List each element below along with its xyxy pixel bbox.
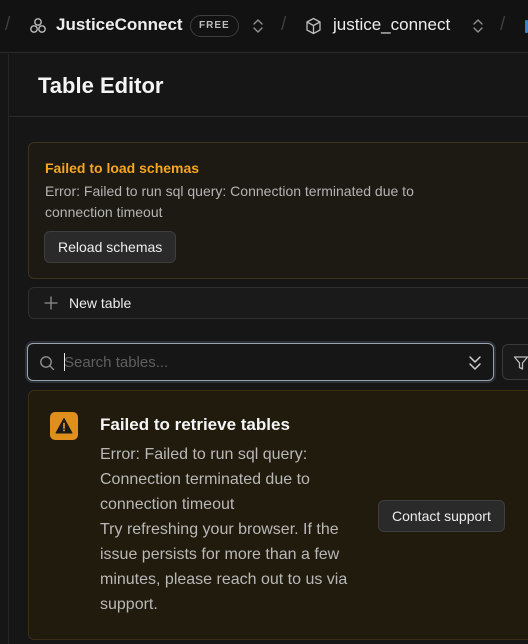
reload-schemas-button[interactable]: Reload schemas (44, 231, 177, 263)
breadcrumb-separator: / (500, 14, 506, 35)
chevron-updown-icon[interactable] (472, 17, 484, 35)
tables-error-help: Try refreshing your browser. If the issu… (100, 521, 348, 613)
search-input[interactable] (64, 351, 454, 373)
chevron-updown-icon[interactable] (252, 17, 264, 35)
tables-error-alert: Failed to retrieve tables Error: Failed … (28, 390, 528, 640)
schema-error-alert: Failed to load schemas Error: Failed to … (28, 142, 528, 279)
filter-button[interactable] (502, 344, 528, 380)
schema-error-message: Error: Failed to run sql query: Connecti… (45, 183, 414, 220)
filter-icon (513, 356, 528, 370)
text-cursor (64, 353, 65, 371)
panel-header: Table Editor (9, 54, 528, 117)
cube-icon (306, 17, 321, 35)
search-box[interactable] (27, 343, 494, 381)
breadcrumb-separator: / (281, 14, 287, 35)
new-table-label: New table (69, 295, 132, 311)
project-name[interactable]: justice_connect (333, 15, 450, 35)
table-editor-panel: Table Editor Failed to load schemas Erro… (8, 54, 528, 644)
breadcrumb-separator: / (5, 14, 11, 35)
tables-error-message: Error: Failed to run sql query: Connecti… (100, 446, 310, 513)
plan-badge: FREE (190, 15, 239, 37)
warning-icon (55, 418, 73, 434)
warning-badge (50, 412, 78, 440)
chevron-collapse-icon[interactable] (468, 354, 482, 372)
tables-error-body: Error: Failed to run sql query: Connecti… (100, 442, 362, 617)
top-navigation-bar: / JusticeConnect FREE / justice_connect … (0, 0, 528, 53)
plus-icon (44, 296, 58, 310)
search-icon (40, 356, 55, 371)
schema-error-title: Failed to load schemas (45, 160, 200, 176)
org-name[interactable]: JusticeConnect (56, 15, 183, 35)
page-title: Table Editor (38, 73, 164, 98)
org-icon (30, 18, 46, 33)
contact-support-button[interactable]: Contact support (378, 500, 505, 532)
new-table-button[interactable]: New table (28, 287, 528, 319)
tables-error-title: Failed to retrieve tables (100, 415, 290, 434)
